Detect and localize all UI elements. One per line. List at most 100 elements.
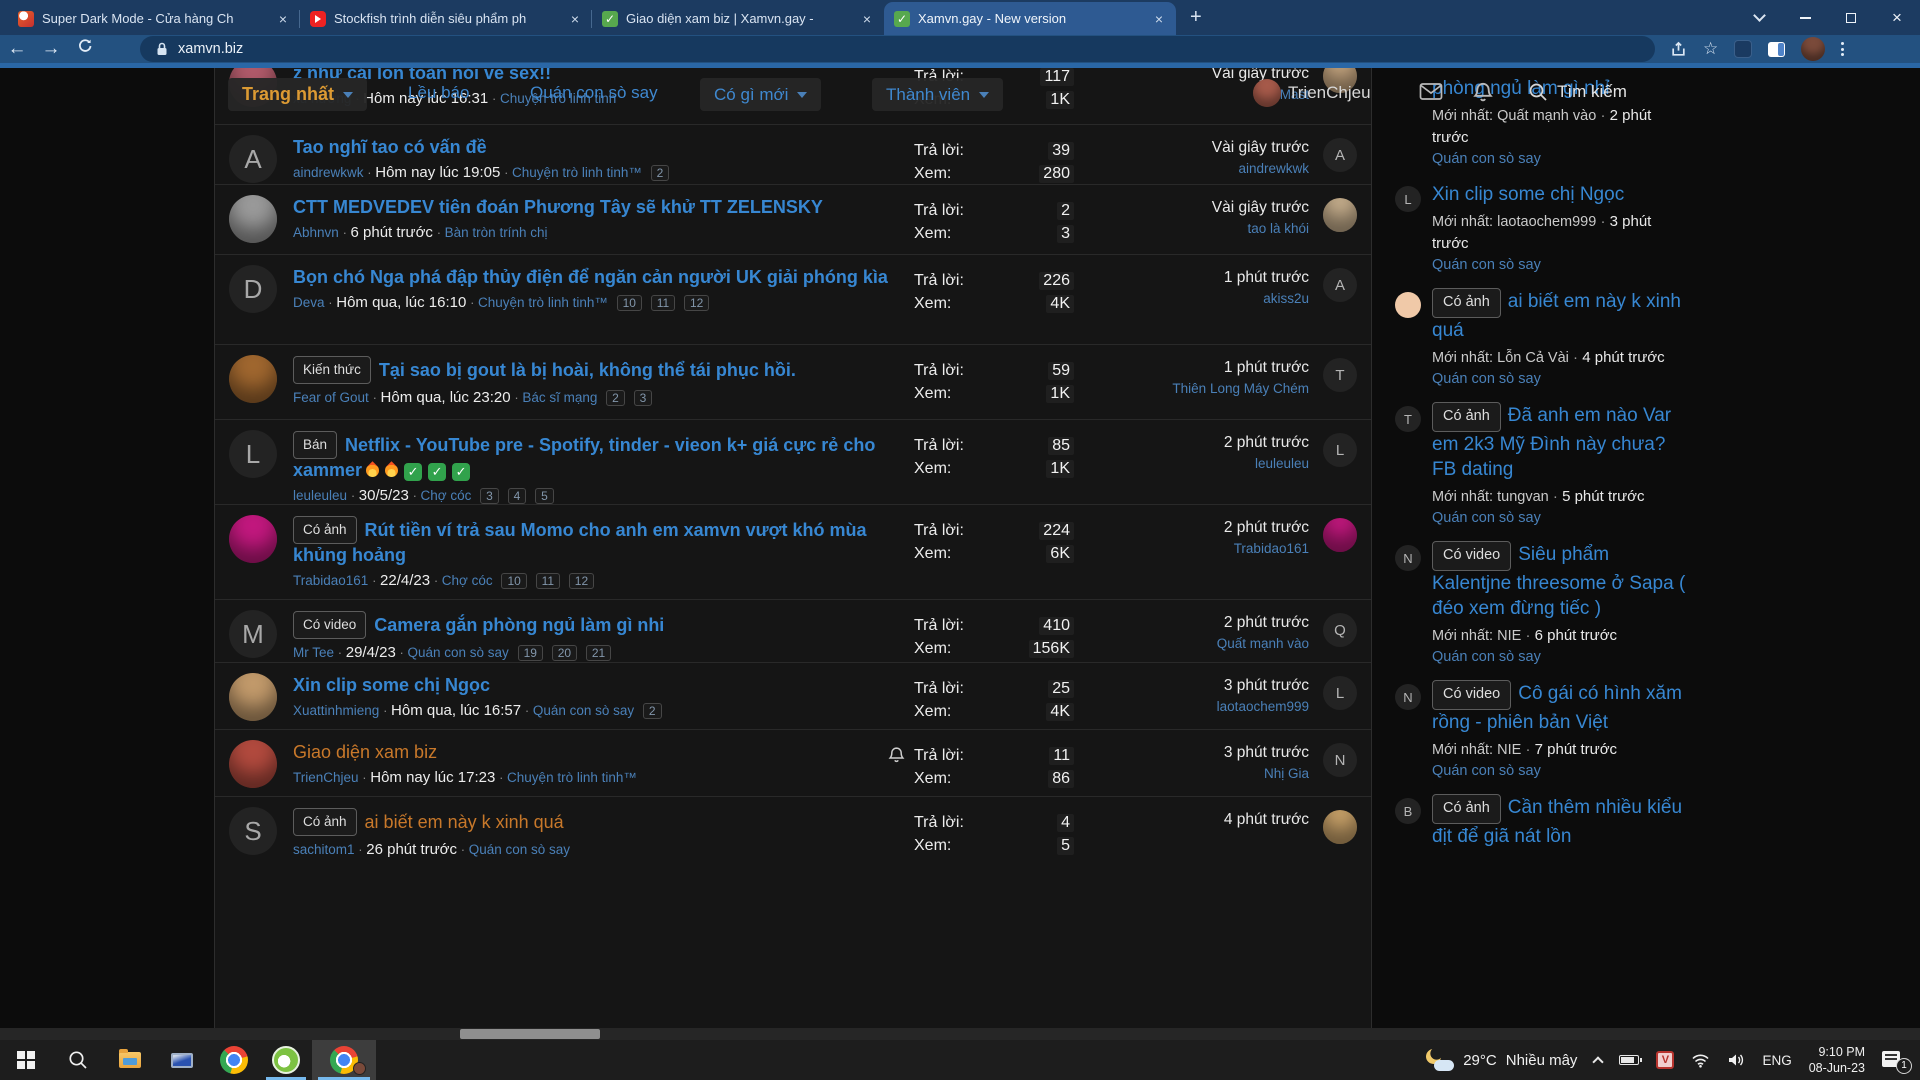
forum-link[interactable]: Quán con sò say xyxy=(1432,649,1692,665)
forum-link[interactable]: Quán con sò say xyxy=(1432,151,1692,167)
watch-bell-icon[interactable] xyxy=(888,738,914,796)
page-link[interactable]: 19 xyxy=(518,645,543,661)
address-bar[interactable]: xamvn.biz xyxy=(140,36,1655,62)
avatar[interactable]: A xyxy=(229,135,277,183)
inbox-envelope-icon[interactable] xyxy=(1419,82,1443,101)
thread-title[interactable]: Xin clip some chị Ngọc xyxy=(293,674,904,697)
avatar[interactable]: L xyxy=(229,430,277,478)
last-avatar[interactable] xyxy=(1323,198,1357,232)
start-button[interactable] xyxy=(0,1040,52,1080)
author-link[interactable]: Trabidao161 xyxy=(293,573,368,588)
avatar[interactable] xyxy=(229,515,277,563)
sidebar-thread-link[interactable]: Có ảnhĐã anh em nào Var em 2k3 Mỹ Đình n… xyxy=(1432,402,1692,482)
last-user-link[interactable]: Thiên Long Máy Chém xyxy=(1074,381,1309,396)
author-link[interactable]: Fear of Gout xyxy=(293,390,369,405)
tab-close-icon[interactable]: × xyxy=(568,11,582,27)
page-link[interactable]: 11 xyxy=(651,295,675,311)
tab-search-chevron-icon[interactable] xyxy=(1736,0,1782,35)
last-avatar[interactable]: L xyxy=(1323,433,1357,467)
page-link[interactable]: 2 xyxy=(651,165,670,181)
page-link[interactable]: 3 xyxy=(480,488,499,504)
forum-link[interactable]: Bàn tròn trính chị xyxy=(437,225,548,240)
page-link[interactable]: 2 xyxy=(643,703,662,719)
last-user-link[interactable]: leuleuleu xyxy=(1074,456,1309,471)
thread-title[interactable]: BánNetflix - YouTube pre - Spotify, tind… xyxy=(293,431,904,482)
file-explorer-button[interactable] xyxy=(104,1040,156,1080)
window-maximize-button[interactable] xyxy=(1828,0,1874,35)
last-avatar[interactable]: T xyxy=(1323,358,1357,392)
nav-leu-bao[interactable]: Lều báo xyxy=(408,83,469,103)
author-link[interactable]: Deva xyxy=(293,295,325,310)
page-link[interactable]: 10 xyxy=(617,295,642,311)
author-link[interactable]: aindrewkwk xyxy=(293,165,364,180)
author-link[interactable]: TrienChjeu xyxy=(293,770,359,785)
thread-title[interactable]: Có ảnhRút tiền ví trả sau Momo cho anh e… xyxy=(293,516,904,567)
page-link[interactable]: 11 xyxy=(536,573,560,589)
extension-icon[interactable] xyxy=(1734,40,1752,58)
page-link[interactable]: 2 xyxy=(606,390,625,406)
tab-xamvn-active[interactable]: Xamvn.gay - New version × xyxy=(884,2,1176,35)
author-link[interactable]: leuleuleu xyxy=(293,488,347,503)
forum-link[interactable]: Chợ cóc xyxy=(413,488,472,503)
avatar[interactable]: B xyxy=(1395,798,1421,824)
page-link[interactable]: 10 xyxy=(501,573,526,589)
scrollbar-thumb[interactable] xyxy=(460,1029,600,1039)
nav-quan-con-so-say[interactable]: Quán con sò say xyxy=(530,83,658,103)
last-avatar[interactable]: L xyxy=(1323,676,1357,710)
last-user-link[interactable]: laotaochem999 xyxy=(1074,699,1309,714)
tab-stockfish[interactable]: Stockfish trình diễn siêu phẩm ph × xyxy=(300,2,592,35)
forum-link[interactable]: Quán con sò say xyxy=(461,842,570,857)
avatar[interactable] xyxy=(1395,292,1421,318)
sidebar-thread-link[interactable]: Có ảnhai biết em này k xinh quá xyxy=(1432,288,1692,343)
window-close-button[interactable]: × xyxy=(1874,0,1920,35)
forum-link[interactable]: Quán con sò say xyxy=(400,645,509,660)
forum-link[interactable]: Bác sĩ mạng xyxy=(514,390,597,405)
forum-link[interactable]: Quán con sò say xyxy=(1432,257,1692,273)
current-user[interactable]: TrienChjeu xyxy=(1253,79,1371,107)
last-avatar[interactable] xyxy=(1323,810,1357,844)
action-center-button[interactable]: 1 xyxy=(1882,1050,1906,1070)
forward-button[interactable]: → xyxy=(34,38,68,60)
forum-link[interactable]: Quán con sò say xyxy=(525,703,634,718)
author-link[interactable]: Xuattinhmieng xyxy=(293,703,379,718)
sidebar-thread-link[interactable]: Có ảnhCần thêm nhiều kiểu địt để giã nát… xyxy=(1432,794,1692,849)
avatar[interactable]: D xyxy=(229,265,277,313)
user-avatar[interactable] xyxy=(1253,79,1281,107)
coccoc-button[interactable] xyxy=(260,1040,312,1080)
chrome-button[interactable] xyxy=(208,1040,260,1080)
window-minimize-button[interactable] xyxy=(1782,0,1828,35)
avatar[interactable] xyxy=(229,355,277,403)
author-link[interactable]: sachitom1 xyxy=(293,842,355,857)
taskbar-clock[interactable]: 9:10 PM 08-Jun-23 xyxy=(1809,1044,1865,1076)
thread-title[interactable]: Có ảnhai biết em này k xinh quá xyxy=(293,808,904,836)
last-avatar[interactable]: N xyxy=(1323,743,1357,777)
side-panel-icon[interactable] xyxy=(1768,42,1785,57)
last-avatar[interactable]: Q xyxy=(1323,613,1357,647)
forum-link[interactable]: Chuyện trò linh tinh™ xyxy=(499,770,637,785)
tab-super-dark-mode[interactable]: Super Dark Mode - Cửa hàng Ch × xyxy=(8,2,300,35)
remote-desktop-button[interactable] xyxy=(156,1040,208,1080)
alerts-bell-icon[interactable] xyxy=(1473,82,1493,103)
sidebar-thread-link[interactable]: Có videoCô gái có hình xăm rồng - phiên … xyxy=(1432,680,1692,735)
profile-avatar[interactable] xyxy=(1801,37,1825,61)
thread-title[interactable]: CTT MEDVEDEV tiên đoán Phương Tây sẽ khử… xyxy=(293,196,904,219)
reload-button[interactable] xyxy=(68,38,102,60)
avatar[interactable] xyxy=(229,740,277,788)
thread-title[interactable]: Kiến thứcTại sao bị gout là bị hoài, khô… xyxy=(293,356,904,384)
avatar[interactable]: L xyxy=(1395,186,1421,212)
unikey-icon[interactable]: V xyxy=(1656,1051,1674,1069)
browser-menu-icon[interactable] xyxy=(1841,42,1844,56)
avatar[interactable]: S xyxy=(229,807,277,855)
wifi-icon[interactable] xyxy=(1691,1053,1710,1068)
avatar[interactable] xyxy=(229,673,277,721)
avatar[interactable]: N xyxy=(1395,545,1421,571)
chrome-active-button[interactable] xyxy=(312,1040,376,1080)
thread-title[interactable]: Bọn chó Nga phá đập thủy điện để ngăn cả… xyxy=(293,266,904,289)
last-user-link[interactable]: akiss2u xyxy=(1074,291,1309,306)
back-button[interactable]: ← xyxy=(0,38,34,60)
bookmark-star-icon[interactable]: ☆ xyxy=(1703,39,1718,59)
taskbar-weather[interactable]: 29°C Nhiều mây xyxy=(1424,1049,1577,1071)
avatar[interactable]: M xyxy=(229,610,277,658)
share-icon[interactable] xyxy=(1670,41,1687,58)
thread-title[interactable]: Giao diện xam biz xyxy=(293,741,878,764)
